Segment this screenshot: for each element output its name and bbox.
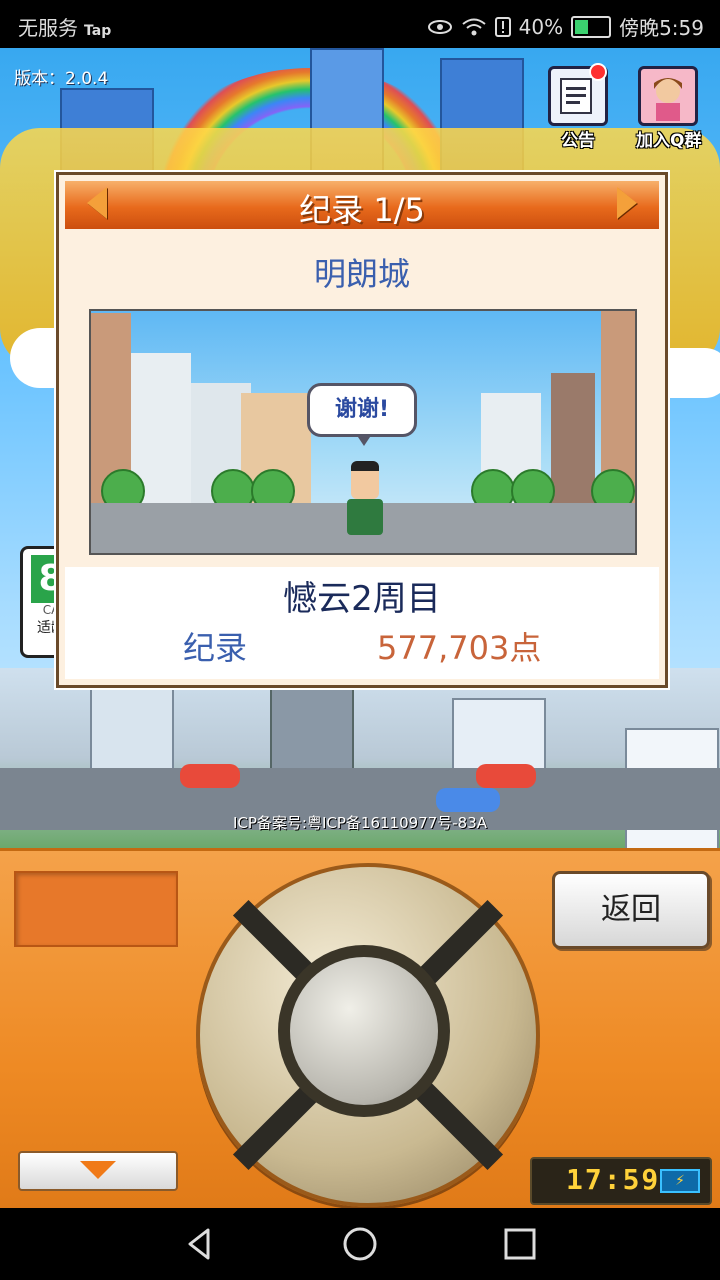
record-label: 纪录 — [183, 629, 248, 667]
city-building — [90, 688, 174, 772]
version-text: 版本：2.0.4 — [14, 69, 109, 89]
city-building — [270, 678, 354, 772]
panel-empty-slot — [14, 871, 178, 947]
battery-percent: 40% — [518, 14, 564, 39]
announcement-label: 公告 — [561, 131, 595, 151]
app-tag: Tap — [84, 23, 112, 39]
city-preview-image: 谢谢! — [89, 309, 637, 555]
control-panel: 返回 17:59 ⚡ — [0, 848, 720, 1211]
city-building — [452, 698, 546, 772]
dpad-center-button[interactable] — [290, 957, 438, 1105]
character-avatar-icon — [638, 66, 698, 126]
home-circle-icon[interactable] — [342, 1226, 378, 1262]
preview-building — [551, 373, 595, 503]
next-record-arrow-icon[interactable] — [617, 187, 637, 219]
carrier-text: 无服务 — [18, 16, 78, 40]
game-clock: 17:59 — [566, 1163, 661, 1196]
notice-board-icon — [548, 63, 608, 126]
dialog-header: 纪录 1/5 — [65, 181, 659, 229]
join-qq-group-button[interactable]: 加入Q群 — [636, 66, 701, 151]
join-group-label: 加入Q群 — [636, 131, 702, 151]
wifi-icon — [461, 17, 487, 37]
status-time: 傍晚5:59 — [619, 16, 704, 40]
back-button[interactable]: 返回 — [552, 871, 710, 949]
mayor-character — [347, 461, 383, 535]
battery-icon — [571, 15, 612, 38]
status-left: 无服务 Tap — [18, 12, 111, 41]
alert-icon — [494, 16, 511, 37]
dialog-title: 纪录 1/5 — [299, 191, 425, 229]
announcement-button[interactable]: 公告 — [546, 63, 610, 151]
navigation-bar — [0, 1208, 720, 1280]
recents-square-icon[interactable] — [502, 1226, 538, 1262]
car — [180, 764, 240, 788]
down-arrow-icon — [80, 1161, 116, 1179]
scroll-down-button[interactable] — [18, 1151, 178, 1191]
car — [436, 788, 500, 812]
dialog-footer: 憾云2周目 纪录 577,703点 — [65, 567, 659, 679]
back-triangle-icon[interactable] — [182, 1226, 218, 1262]
record-value: 577,703点 — [377, 629, 542, 667]
speech-bubble: 谢谢! — [307, 383, 417, 446]
record-dialog: 纪录 1/5 明朗城 谢谢! 憾云2周目 纪录 577,703点 — [56, 172, 668, 688]
car — [476, 764, 536, 788]
icp-license-text: ICP备案号:粤ICP备16110977号-83A — [232, 814, 488, 832]
game-clock-display: 17:59 ⚡ — [530, 1157, 712, 1205]
direction-pad[interactable] — [196, 863, 540, 1207]
save-name: 憾云2周目 — [283, 579, 441, 619]
notification-dot — [589, 63, 607, 81]
eye-icon — [427, 17, 453, 37]
charging-battery-icon: ⚡ — [660, 1169, 700, 1193]
status-right: 40% 傍晚5:59 — [427, 12, 704, 41]
city-name: 明朗城 — [313, 255, 410, 293]
status-bar: 无服务 Tap 40% 傍晚5:59 — [0, 0, 720, 48]
